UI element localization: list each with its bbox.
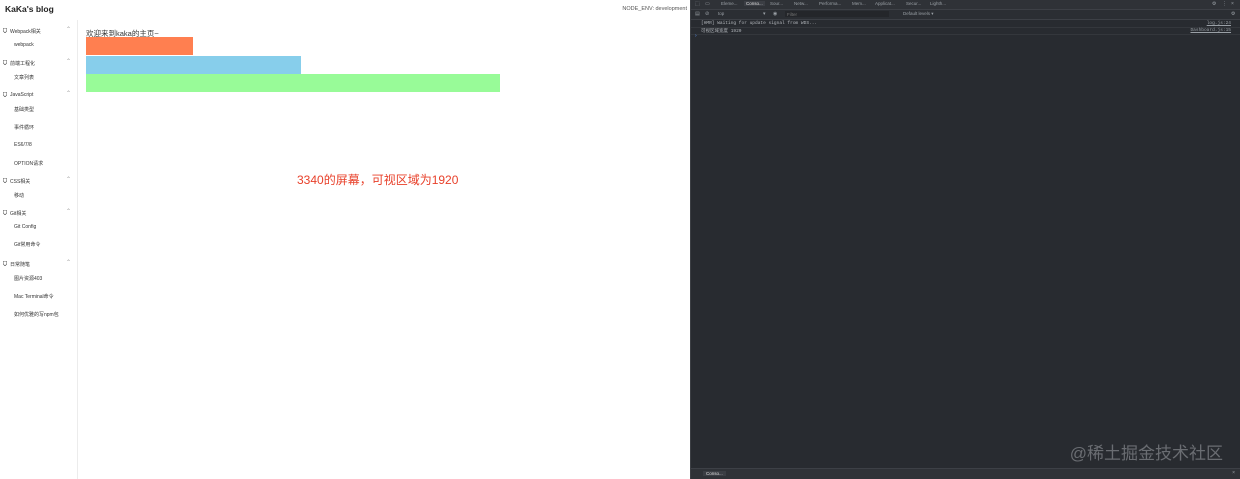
tab-elements[interactable]: Eleme...: [721, 1, 738, 6]
sidebar-item-webpack[interactable]: webpack: [14, 42, 34, 48]
log-levels-dropdown[interactable]: Default levels ▾: [903, 11, 934, 17]
sidebar-group-title: 日常随笔: [10, 262, 31, 268]
more-options-icon[interactable]: ⋮: [1222, 1, 1227, 7]
sidebar-group-javascript[interactable]: JavaScript ⌃: [0, 87, 77, 103]
location-pin-icon: [3, 261, 7, 266]
location-pin-icon: [3, 28, 7, 33]
env-label: NODE_ENV: development: [622, 6, 687, 12]
console-message-text: 可视区域宽度 1920: [701, 29, 742, 34]
chevron-up-icon: ⌃: [66, 260, 72, 266]
inspect-cursor-icon[interactable]: ⬚: [695, 1, 700, 7]
console-message-text: [HMR] Waiting for update signal from WDS…: [701, 21, 818, 26]
sidebar-item-basic-types[interactable]: 基础类型: [14, 106, 34, 113]
sidebar-group-engineering[interactable]: 前端工程化 ⌃: [0, 55, 77, 71]
sidebar-group-title: Git相关: [10, 211, 27, 217]
console-source-link[interactable]: Dashboard.js:15: [1190, 28, 1231, 33]
location-pin-icon: [3, 178, 7, 183]
annotation-caption: 3340的屏幕，可视区域为1920: [297, 173, 459, 187]
chevron-up-icon: ⌃: [66, 27, 72, 33]
tab-network[interactable]: Netw...: [794, 1, 808, 6]
devtools-panel: ⬚ ▭ Eleme... Conso... Sour... Netw... Pe…: [690, 0, 1240, 479]
sidebar-toggle-icon[interactable]: ▤: [695, 11, 700, 17]
tab-lighthouse[interactable]: Lighth...: [930, 1, 946, 6]
sidebar-item-event-loop[interactable]: 事件循环: [14, 124, 34, 131]
app-header: KaKa's blog NODE_ENV: development: [0, 0, 690, 20]
console-message: 可视区域宽度 1920 Dashboard.js:15: [691, 27, 1240, 35]
sidebar-item-articles[interactable]: 文章列表: [14, 74, 34, 81]
chevron-up-icon: ⌃: [66, 91, 72, 97]
sidebar-group-webpack[interactable]: Webpack相关 ⌃: [0, 23, 77, 39]
blue-bar: [86, 56, 301, 74]
chevron-up-icon: ⌃: [66, 177, 72, 183]
green-bar: [86, 74, 500, 92]
tab-security[interactable]: Secur...: [906, 1, 921, 6]
console-toolbar: ▤ ⊘ top ▾ ◉ Default levels ▾ ⚙: [691, 10, 1240, 20]
filter-input[interactable]: [785, 11, 889, 17]
brand-title[interactable]: KaKa's blog: [5, 4, 54, 14]
devtools-drawer: Conso... ×: [691, 468, 1240, 479]
clear-console-icon[interactable]: ⊘: [705, 11, 709, 17]
orange-bar: [86, 37, 193, 55]
chevron-down-icon[interactable]: ▾: [763, 11, 766, 17]
eye-icon[interactable]: ◉: [773, 11, 777, 17]
sidebar-item-mobile[interactable]: 移动: [14, 192, 24, 199]
tab-sources[interactable]: Sour...: [770, 1, 783, 6]
chevron-up-icon: ⌃: [66, 59, 72, 65]
sidebar-group-title: JavaScript: [10, 92, 34, 98]
device-toggle-icon[interactable]: ▭: [705, 1, 710, 7]
sidebar-item-git-config[interactable]: Git Config: [14, 224, 36, 230]
sidebar-menu: Webpack相关 ⌃ webpack 前端工程化 ⌃ 文章列表 JavaScr…: [0, 20, 78, 479]
sidebar-group-notes[interactable]: 日常随笔 ⌃: [0, 256, 77, 272]
context-selector[interactable]: top: [718, 11, 724, 16]
sidebar-group-git[interactable]: Git相关 ⌃: [0, 205, 77, 221]
chevron-up-icon: ⌃: [66, 209, 72, 215]
sidebar-item-git-commands[interactable]: Git常用命令: [14, 241, 40, 248]
location-pin-icon: [3, 92, 7, 97]
sidebar-item-es678[interactable]: ES6/7/8: [14, 142, 32, 148]
watermark: @稀土掘金技术社区: [1069, 444, 1223, 463]
sidebar-item-image-403[interactable]: 图片资源403: [14, 275, 42, 282]
sidebar-item-mac-terminal[interactable]: Mac Terminal命令: [14, 293, 54, 300]
sidebar-group-title: CSS相关: [10, 179, 31, 185]
close-icon[interactable]: ×: [1232, 470, 1235, 476]
sidebar-group-title: 前端工程化: [10, 61, 36, 67]
app-viewport: KaKa's blog NODE_ENV: development Webpac…: [0, 0, 690, 479]
sidebar-group-css[interactable]: CSS相关 ⌃: [0, 173, 77, 189]
gear-icon[interactable]: ⚙: [1212, 1, 1216, 7]
devtools-tab-bar: ⬚ ▭ Eleme... Conso... Sour... Netw... Pe…: [691, 0, 1240, 10]
gear-icon[interactable]: ⚙: [1231, 11, 1235, 17]
location-pin-icon: [3, 210, 7, 215]
drawer-tab-console[interactable]: Conso...: [703, 471, 726, 476]
close-icon[interactable]: ×: [1231, 1, 1234, 7]
sidebar-item-option-request[interactable]: OPTION请求: [14, 160, 43, 167]
sidebar-group-title: Webpack相关: [10, 29, 41, 35]
tab-application[interactable]: Applicat...: [875, 1, 895, 6]
console-source-link[interactable]: log.js:24: [1207, 21, 1231, 26]
location-pin-icon: [3, 60, 7, 65]
console-prompt-icon[interactable]: ›: [695, 33, 697, 39]
tab-performance[interactable]: Performa...: [819, 1, 841, 6]
tab-console[interactable]: Conso...: [744, 1, 765, 6]
tab-memory[interactable]: Mem...: [852, 1, 866, 6]
sidebar-item-npm-package[interactable]: 如何优雅的写npm包: [14, 311, 59, 318]
